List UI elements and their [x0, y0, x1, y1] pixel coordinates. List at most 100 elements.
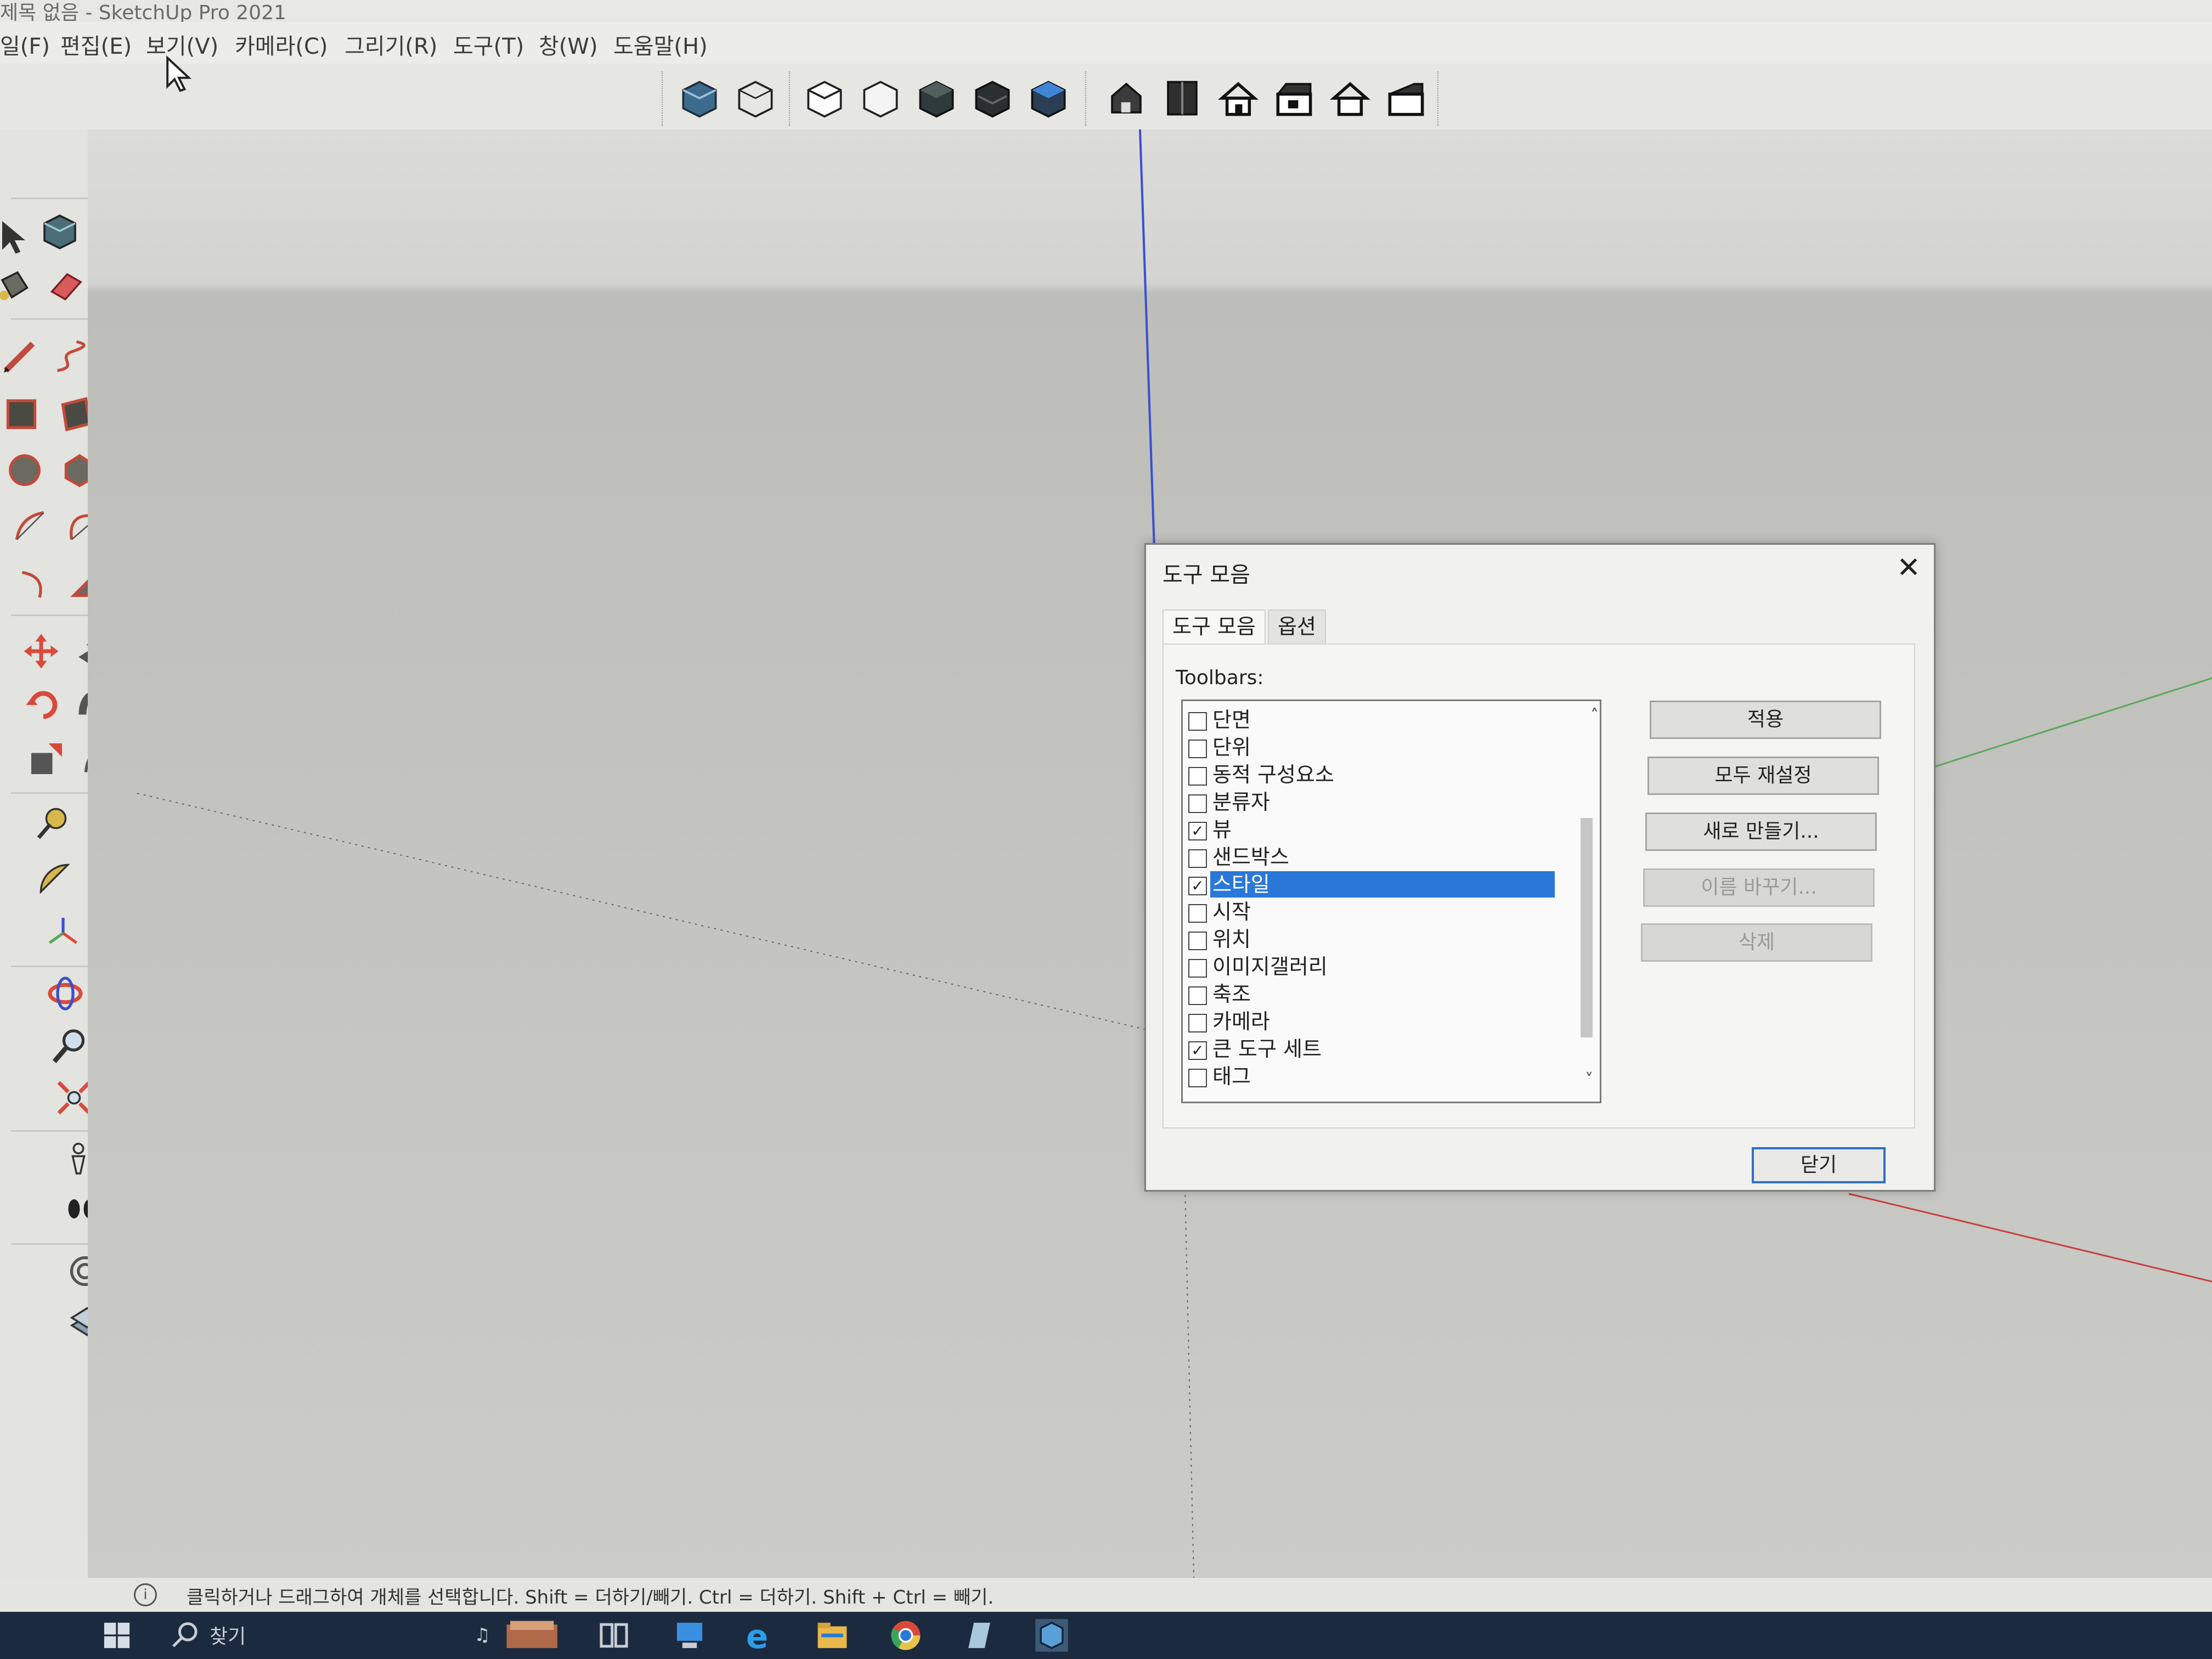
search-box-illustration-icon: ♫ [474, 1621, 557, 1649]
rotate-icon[interactable] [24, 686, 63, 724]
monochrome-style-icon[interactable] [1028, 78, 1069, 119]
sketchup-taskbar-icon[interactable] [1034, 1617, 1070, 1654]
toolbars-list[interactable]: 단면 단위 동적 구성요소 분류자 ✓ 뷰 샌드박스 ✓ 스타일 시작 위치 이미지… [1181, 699, 1601, 1103]
front-view-icon[interactable] [1218, 78, 1259, 119]
checkbox[interactable] [1188, 1014, 1207, 1032]
windows-taskbar: 찾기 ♫ e [0, 1612, 2212, 1659]
eraser-icon[interactable] [46, 267, 84, 305]
checkbox[interactable]: ✓ [1188, 877, 1207, 895]
status-text: 클릭하거나 드래그하여 개체를 선택합니다. Shift = 더하기/빼기. C… [187, 1587, 994, 1609]
list-item[interactable]: 샌드박스 [1186, 844, 1570, 870]
hidden-line-style-icon[interactable] [804, 78, 845, 119]
file-explorer-icon[interactable] [814, 1617, 850, 1654]
list-item[interactable]: ✓ 스타일 [1186, 871, 1570, 898]
rename-button[interactable]: 이름 바꾸기... [1643, 868, 1875, 907]
axes-icon[interactable] [44, 914, 82, 952]
zoom-icon[interactable] [50, 1027, 89, 1065]
this-pc-icon[interactable] [672, 1617, 708, 1654]
checkbox[interactable] [1188, 986, 1207, 1005]
menu-file[interactable]: 일(F) [0, 29, 50, 60]
top-view-icon[interactable] [1162, 78, 1203, 119]
checkbox[interactable] [1188, 1069, 1207, 1087]
taskbar-search-placeholder[interactable]: 찾기 [210, 1621, 246, 1649]
checkbox[interactable] [1188, 849, 1207, 868]
delete-button[interactable]: 삭제 [1641, 923, 1872, 962]
checkbox[interactable] [1188, 959, 1207, 978]
list-item[interactable]: 동적 구성요소 [1186, 761, 1570, 788]
search-icon[interactable] [168, 1617, 204, 1654]
checkbox[interactable] [1188, 794, 1207, 813]
paint-bucket-icon[interactable] [0, 267, 33, 305]
reset-all-button[interactable]: 모두 재설정 [1647, 757, 1879, 795]
xray-style-icon[interactable] [679, 78, 720, 119]
toolbar-grip[interactable] [662, 71, 665, 126]
three-point-arc-icon[interactable] [16, 563, 55, 601]
protractor-icon[interactable] [35, 859, 74, 898]
task-view-icon[interactable] [596, 1617, 632, 1654]
list-item[interactable]: 축조 [1186, 981, 1570, 1007]
toolbar-separator [11, 1243, 88, 1245]
list-scrollbar-thumb[interactable] [1581, 818, 1593, 1037]
app-icon[interactable] [961, 1617, 997, 1654]
hidden-line-white-icon[interactable] [860, 78, 901, 119]
list-item[interactable]: 위치 [1186, 926, 1570, 952]
list-item[interactable]: 분류자 [1186, 789, 1570, 815]
windows-start-icon[interactable] [99, 1617, 135, 1654]
rectangle-icon[interactable] [2, 395, 41, 433]
list-item[interactable]: 단면 [1186, 707, 1570, 733]
menu-tools[interactable]: 도구(T) [453, 29, 524, 60]
close-icon[interactable]: ✕ [1893, 552, 1924, 583]
checkbox[interactable] [1188, 712, 1207, 731]
green-axis [1920, 677, 2212, 772]
chrome-icon[interactable] [888, 1617, 924, 1654]
checkbox[interactable]: ✓ [1188, 822, 1207, 840]
tape-measure-icon[interactable] [33, 803, 71, 842]
circle-icon[interactable] [5, 451, 44, 489]
move-icon[interactable] [22, 632, 60, 670]
toolbar-separator [1437, 71, 1441, 126]
list-item[interactable]: 시작 [1186, 899, 1570, 925]
dialog-title: 도구 모음 [1163, 562, 1250, 588]
pencil-line-icon[interactable] [0, 338, 38, 376]
wireframe-style-icon[interactable] [735, 78, 776, 119]
menu-help[interactable]: 도움말(H) [613, 29, 708, 60]
menu-camera[interactable]: 카메라(C) [235, 29, 328, 60]
list-item-label: 동적 구성요소 [1212, 763, 1334, 787]
close-button[interactable]: 닫기 [1752, 1147, 1886, 1183]
checkbox[interactable] [1188, 740, 1207, 758]
tab-options[interactable]: 옵션 [1268, 610, 1326, 644]
menu-window[interactable]: 창(W) [539, 29, 598, 60]
list-item[interactable]: ✓ 뷰 [1186, 816, 1570, 843]
scale-icon[interactable] [27, 740, 66, 778]
menu-draw[interactable]: 그리기(R) [345, 29, 437, 60]
scroll-up-icon[interactable]: ˄ [1590, 706, 1599, 725]
shaded-textures-icon[interactable] [972, 78, 1013, 119]
shaded-style-icon[interactable] [916, 78, 957, 119]
tab-toolbars[interactable]: 도구 모음 [1163, 610, 1266, 644]
info-icon[interactable]: i [134, 1583, 157, 1606]
select-icon[interactable] [0, 217, 33, 256]
list-item[interactable]: 단위 [1186, 734, 1570, 760]
checkbox[interactable] [1188, 932, 1207, 950]
checkbox[interactable]: ✓ [1188, 1041, 1207, 1060]
freehand-icon[interactable] [52, 338, 90, 376]
list-item-label: 단면 [1212, 708, 1251, 732]
menu-edit[interactable]: 편집(E) [60, 29, 132, 60]
apply-button[interactable]: 적용 [1650, 701, 1881, 739]
back-view-icon[interactable] [1330, 78, 1370, 119]
list-item[interactable]: 이미지갤러리 [1186, 953, 1570, 980]
right-view-icon[interactable] [1274, 78, 1314, 119]
scroll-down-icon[interactable]: ˅ [1585, 1070, 1593, 1090]
list-item[interactable]: 카메라 [1186, 1008, 1570, 1035]
new-toolbar-button[interactable]: 새로 만들기... [1645, 812, 1877, 851]
left-view-icon[interactable] [1386, 78, 1426, 119]
checkbox[interactable] [1188, 767, 1207, 786]
iso-view-icon[interactable] [1106, 78, 1147, 119]
list-item[interactable]: 태그 [1186, 1063, 1570, 1090]
internet-explorer-icon[interactable]: e [741, 1617, 777, 1654]
list-item[interactable]: ✓ 큰 도구 세트 [1186, 1036, 1570, 1062]
orbit-icon[interactable] [46, 974, 84, 1013]
arc-icon[interactable] [11, 507, 49, 545]
checkbox[interactable] [1188, 904, 1207, 923]
make-component-icon[interactable] [41, 212, 79, 250]
